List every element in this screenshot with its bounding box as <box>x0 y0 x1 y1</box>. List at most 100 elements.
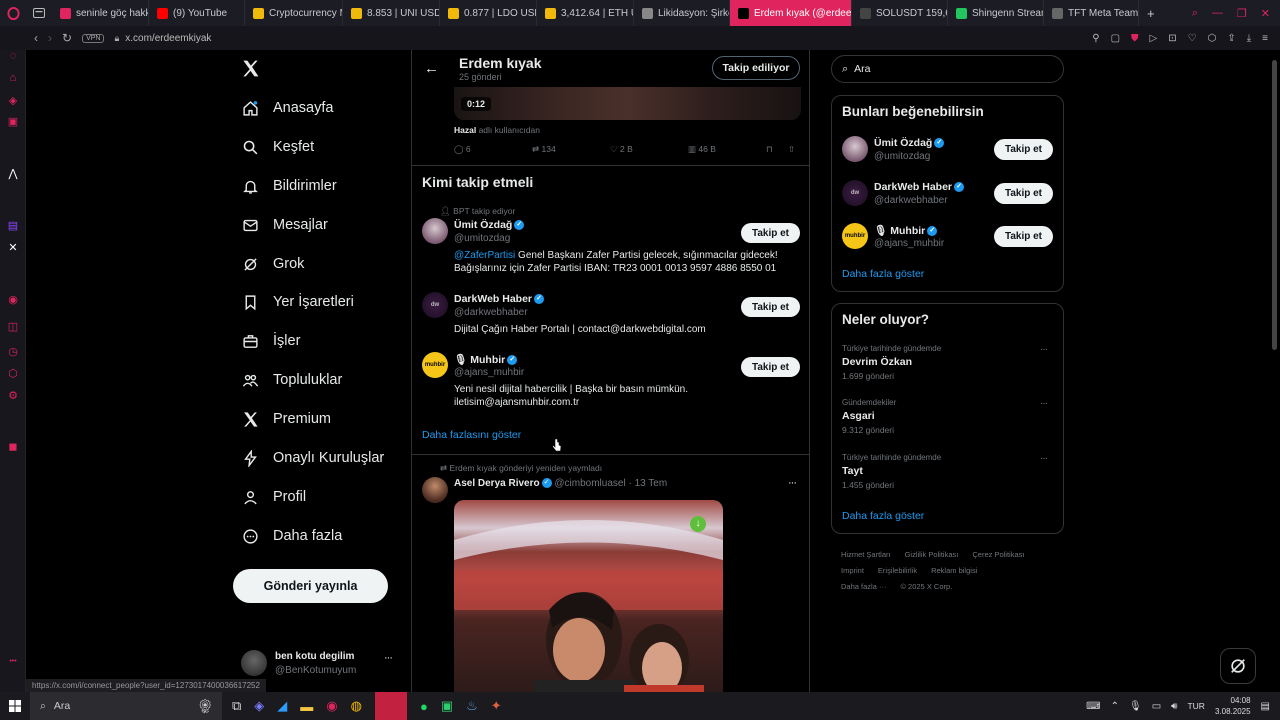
browser-tab[interactable]: (9) YouTube <box>149 0 245 26</box>
mic-icon[interactable]: 🎙︎ <box>1129 701 1142 712</box>
more-sidebar-icon[interactable]: ••• <box>7 656 19 668</box>
bio-mention-link[interactable]: @ZaferPartisi <box>454 250 515 261</box>
task-view-icon[interactable]: ⧉ <box>232 698 241 714</box>
cube-icon[interactable]: ⬡ <box>7 368 19 380</box>
trend-item[interactable]: Türkiye tarihinde gündemde Tayt 1.455 gö… <box>832 449 1063 497</box>
new-tab-button[interactable]: + <box>1139 0 1163 26</box>
workspace-icon[interactable]: ⌂ <box>7 72 19 84</box>
search-input[interactable]: ⌕ Ara <box>831 55 1064 83</box>
share-icon[interactable]: ⇪ <box>1227 33 1235 44</box>
suggestion-avatar[interactable] <box>842 136 868 162</box>
footer-link[interactable]: Daha fazla ··· <box>841 582 886 591</box>
x-icon[interactable]: ✕ <box>7 242 19 254</box>
user-avatar[interactable]: muhbir <box>422 352 448 378</box>
whatsapp-icon[interactable]: ▣ <box>7 116 19 128</box>
extensions-icon[interactable]: ⬡ <box>1208 33 1217 44</box>
browser-tab[interactable]: Erdem kıyak (@erdeemki <box>730 0 852 26</box>
nav-item-more[interactable]: Daha fazla <box>241 527 342 545</box>
browser-tab[interactable]: 3,412.64 | ETH U <box>537 0 634 26</box>
forward-icon[interactable]: › <box>48 31 52 45</box>
extension-icon[interactable]: ◼ <box>7 441 19 453</box>
trend-more-icon[interactable]: ··· <box>1040 398 1048 409</box>
game-icon[interactable]: ✦ <box>491 698 502 714</box>
nav-item-grok[interactable]: Grok <box>241 255 304 273</box>
history-icon[interactable]: ◷ <box>7 346 19 358</box>
back-icon[interactable]: ‹ <box>34 31 38 45</box>
browser-tab[interactable]: Cryptocurrency M <box>245 0 343 26</box>
nav-item-explore[interactable]: Keşfet <box>241 138 314 156</box>
author-name[interactable]: Asel Derya Rivero <box>454 478 540 489</box>
post-more-icon[interactable]: ··· <box>788 477 797 489</box>
steam-icon[interactable]: ♨ <box>466 698 478 714</box>
author-avatar[interactable] <box>422 477 448 503</box>
footer-link[interactable]: Imprint <box>841 566 864 575</box>
pinboard-icon[interactable]: ◫ <box>7 321 19 333</box>
follow-button[interactable]: Takip et <box>994 226 1053 247</box>
opera-logo-icon[interactable] <box>0 0 26 26</box>
account-switcher[interactable]: ben kotu degilim @BenKotumuyum ··· <box>240 647 400 681</box>
app-icon[interactable]: ▣ <box>441 698 453 714</box>
follow-button[interactable]: Takip et <box>994 183 1053 204</box>
taskbar-search[interactable]: ⌕ Ara 🌻︎ <box>30 692 222 720</box>
footer-link[interactable]: Çerez Politikası <box>972 550 1024 559</box>
user-name[interactable]: Ümit Özdağ ✓ <box>454 219 525 231</box>
opera-active-icon[interactable] <box>374 692 407 720</box>
spotify-icon[interactable]: ● <box>420 699 428 714</box>
footer-link[interactable]: Gizlilik Politikası <box>905 550 959 559</box>
browser-tab[interactable]: seninle göç hakkı <box>52 0 149 26</box>
download-media-icon[interactable]: ↓ <box>690 516 706 532</box>
browser-tab[interactable]: Shingenn Stream <box>948 0 1044 26</box>
pin-icon[interactable]: ⚲ <box>1092 33 1099 44</box>
following-button[interactable]: Takip ediliyor <box>712 56 800 80</box>
browser-tab[interactable]: SOLUSDT 159,63 <box>852 0 948 26</box>
suggestion-name[interactable]: Ümit Özdağ ✓ <box>874 137 945 149</box>
follow-button[interactable]: Takip et <box>994 139 1053 160</box>
suggestion-avatar[interactable]: muhbir <box>842 223 868 249</box>
bookmark-post-icon[interactable]: ⊓ <box>766 144 773 155</box>
user-avatar[interactable]: dw <box>422 292 448 318</box>
browser-tab[interactable]: 8.853 | UNI USDT <box>343 0 440 26</box>
trends-show-more[interactable]: Daha fazla göster <box>842 510 924 522</box>
x-logo-icon[interactable] <box>241 59 260 81</box>
follow-button[interactable]: Takip et <box>741 297 800 317</box>
suggestion-name[interactable]: DarkWeb Haber ✓ <box>874 181 965 193</box>
repost-button[interactable]: ⇄ 134 <box>532 144 556 155</box>
suggestion-avatar[interactable]: dw <box>842 180 868 206</box>
account-more-icon[interactable]: ··· <box>384 652 393 664</box>
opera-gx-icon[interactable]: ◉ <box>326 698 337 714</box>
show-more-link[interactable]: Daha fazlasını göster <box>422 429 521 441</box>
suggestions-show-more[interactable]: Daha fazla göster <box>842 268 924 280</box>
bookmark-icon[interactable]: ⊡ <box>1168 33 1176 44</box>
footer-link[interactable]: Hizmet Şartları <box>841 550 891 559</box>
twitch-icon[interactable]: ▤ <box>7 220 19 232</box>
post-button[interactable]: Gönderi yayınla <box>233 569 388 603</box>
follow-button[interactable]: Takip et <box>741 223 800 243</box>
restore-icon[interactable]: ❐ <box>1237 7 1247 20</box>
menu-icon[interactable]: ≡ <box>1262 33 1268 44</box>
nav-item-verified-orgs[interactable]: Onaylı Kuruluşlar <box>241 449 384 467</box>
play-icon[interactable]: ▷ <box>1150 33 1158 44</box>
nav-item-communities[interactable]: Topluluklar <box>241 371 342 389</box>
vscode-icon[interactable]: ◢ <box>277 698 287 714</box>
trend-item[interactable]: Türkiye tarihinde gündemde Devrim Özkan … <box>832 340 1063 388</box>
share-post-icon[interactable]: ⇧ <box>788 144 795 155</box>
browser-tab[interactable]: Likidasyon: Şirke <box>634 0 730 26</box>
heart-icon[interactable]: ♡ <box>1188 33 1197 44</box>
shield-icon[interactable]: ⛊ <box>1131 33 1139 44</box>
video-player[interactable]: 0:12 <box>454 87 801 120</box>
close-window-icon[interactable]: ✕ <box>1261 7 1270 20</box>
views-button[interactable]: ▥ 46 B <box>688 144 716 155</box>
nav-item-home[interactable]: Anasayfa <box>241 99 333 117</box>
settings-icon[interactable]: ⚙ <box>7 390 19 402</box>
download-icon[interactable]: ⤓ <box>1247 33 1251 44</box>
nav-item-premium[interactable]: Premium <box>241 410 331 428</box>
chrome-icon[interactable]: ◍ <box>351 698 362 714</box>
start-icon[interactable] <box>0 700 30 712</box>
user-name[interactable]: 🎙︎ Muhbir ✓ <box>454 353 518 366</box>
footer-link[interactable]: Erişilebilirlik <box>878 566 917 575</box>
aria-icon[interactable]: ◌ <box>7 50 19 62</box>
follow-button[interactable]: Takip et <box>741 357 800 377</box>
nav-item-notifications[interactable]: Bildirimler <box>241 177 337 195</box>
vpn-badge[interactable]: VPN <box>82 33 105 43</box>
like-button[interactable]: ♡ 2 B <box>610 144 633 155</box>
